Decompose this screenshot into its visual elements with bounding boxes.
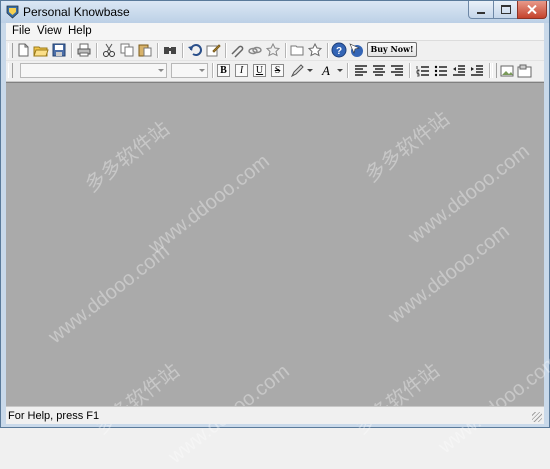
folder-icon[interactable] xyxy=(289,42,305,58)
font-name-combo[interactable] xyxy=(20,63,167,78)
italic-button[interactable]: I xyxy=(235,64,248,77)
font-size-combo[interactable] xyxy=(171,63,208,78)
watermark-url: www.ddooo.com xyxy=(144,150,274,258)
toolbar-separator xyxy=(489,63,491,78)
bold-button[interactable]: B xyxy=(217,64,230,77)
format-toolbar: B I U S A xyxy=(6,61,544,82)
toolbar-separator xyxy=(96,43,98,58)
chevron-down-icon[interactable] xyxy=(337,69,343,72)
open-icon[interactable] xyxy=(33,42,49,58)
note-edit-icon[interactable] xyxy=(205,42,221,58)
insert-picture-icon[interactable] xyxy=(499,63,515,79)
status-text: For Help, press F1 xyxy=(8,410,100,422)
numbered-list-icon[interactable] xyxy=(415,63,431,79)
decrease-indent-icon[interactable] xyxy=(451,63,467,79)
menu-help[interactable]: Help xyxy=(68,25,92,37)
align-center-icon[interactable] xyxy=(371,63,387,79)
toolbar-grip[interactable] xyxy=(8,43,13,58)
menu-view[interactable]: View xyxy=(37,25,62,37)
toolbar-separator xyxy=(212,63,214,78)
star-outline-icon[interactable] xyxy=(265,42,281,58)
attach-icon[interactable] xyxy=(229,42,245,58)
align-right-icon[interactable] xyxy=(389,63,405,79)
toolbar-separator xyxy=(182,43,184,58)
close-icon xyxy=(527,5,537,14)
undo-icon[interactable] xyxy=(187,42,203,58)
status-bar: For Help, press F1 xyxy=(6,406,544,424)
cut-icon[interactable] xyxy=(101,42,117,58)
watermark-text: 多多软件站 xyxy=(81,118,174,197)
app-icon xyxy=(6,5,19,19)
toolbar-separator xyxy=(157,43,159,58)
favorite-star-icon[interactable] xyxy=(307,42,323,58)
link-icon[interactable] xyxy=(247,42,263,58)
strikethrough-button[interactable]: S xyxy=(271,64,284,77)
font-color-button[interactable]: A xyxy=(322,63,330,79)
insert-object-icon[interactable] xyxy=(517,63,533,79)
copy-icon[interactable] xyxy=(119,42,135,58)
close-button[interactable] xyxy=(517,1,547,19)
window-title: Personal Knowbase xyxy=(23,5,130,19)
menu-file[interactable]: File xyxy=(12,25,31,37)
toolbar-separator xyxy=(409,63,411,78)
help-icon[interactable]: ? xyxy=(331,42,347,58)
client-area: File View Help ? Buy Now! B I U S A 多多软件… xyxy=(6,23,550,468)
watermark-text: 多多软件站 xyxy=(91,360,184,439)
editor-area[interactable]: 多多软件站 www.ddooo.com 多多软件站 www.ddooo.com … xyxy=(6,82,550,468)
toolbar-separator xyxy=(285,43,287,58)
watermark-url: www.ddooo.com xyxy=(434,350,550,458)
toolbar-grip[interactable] xyxy=(8,63,13,78)
chevron-down-icon xyxy=(158,69,164,72)
minimize-button[interactable] xyxy=(468,1,494,19)
resize-grip-icon[interactable] xyxy=(532,412,542,422)
toolbar-separator xyxy=(347,63,349,78)
main-toolbar: ? Buy Now! xyxy=(6,41,544,61)
watermark-url: www.ddooo.com xyxy=(44,240,174,348)
toolbar-grip[interactable] xyxy=(492,63,497,78)
find-icon[interactable] xyxy=(162,42,178,58)
app-window: Personal Knowbase File View Help ? Buy N… xyxy=(0,0,550,468)
svg-text:?: ? xyxy=(336,46,342,57)
toolbar-separator xyxy=(71,43,73,58)
bullet-list-icon[interactable] xyxy=(433,63,449,79)
menu-bar: File View Help xyxy=(6,23,544,41)
new-icon[interactable] xyxy=(15,42,31,58)
title-bar[interactable]: Personal Knowbase xyxy=(1,1,549,23)
paste-icon[interactable] xyxy=(137,42,153,58)
context-help-icon[interactable] xyxy=(348,42,364,58)
maximize-icon xyxy=(500,5,511,14)
minimize-icon xyxy=(477,11,485,14)
increase-indent-icon[interactable] xyxy=(469,63,485,79)
chevron-down-icon xyxy=(199,69,205,72)
watermark-text: 多多软件站 xyxy=(361,108,454,187)
chevron-down-icon[interactable] xyxy=(307,69,313,72)
align-left-icon[interactable] xyxy=(353,63,369,79)
watermark-url: www.ddooo.com xyxy=(404,140,534,248)
toolbar-separator xyxy=(225,43,227,58)
underline-button[interactable]: U xyxy=(253,64,266,77)
buy-now-button[interactable]: Buy Now! xyxy=(367,42,417,57)
print-icon[interactable] xyxy=(76,42,92,58)
highlight-pen-icon[interactable] xyxy=(289,63,305,79)
save-icon[interactable] xyxy=(51,42,67,58)
maximize-button[interactable] xyxy=(493,1,518,19)
watermark-text: 多多软件站 xyxy=(351,360,444,439)
watermark-url: www.ddooo.com xyxy=(384,220,514,328)
toolbar-separator xyxy=(327,43,329,58)
